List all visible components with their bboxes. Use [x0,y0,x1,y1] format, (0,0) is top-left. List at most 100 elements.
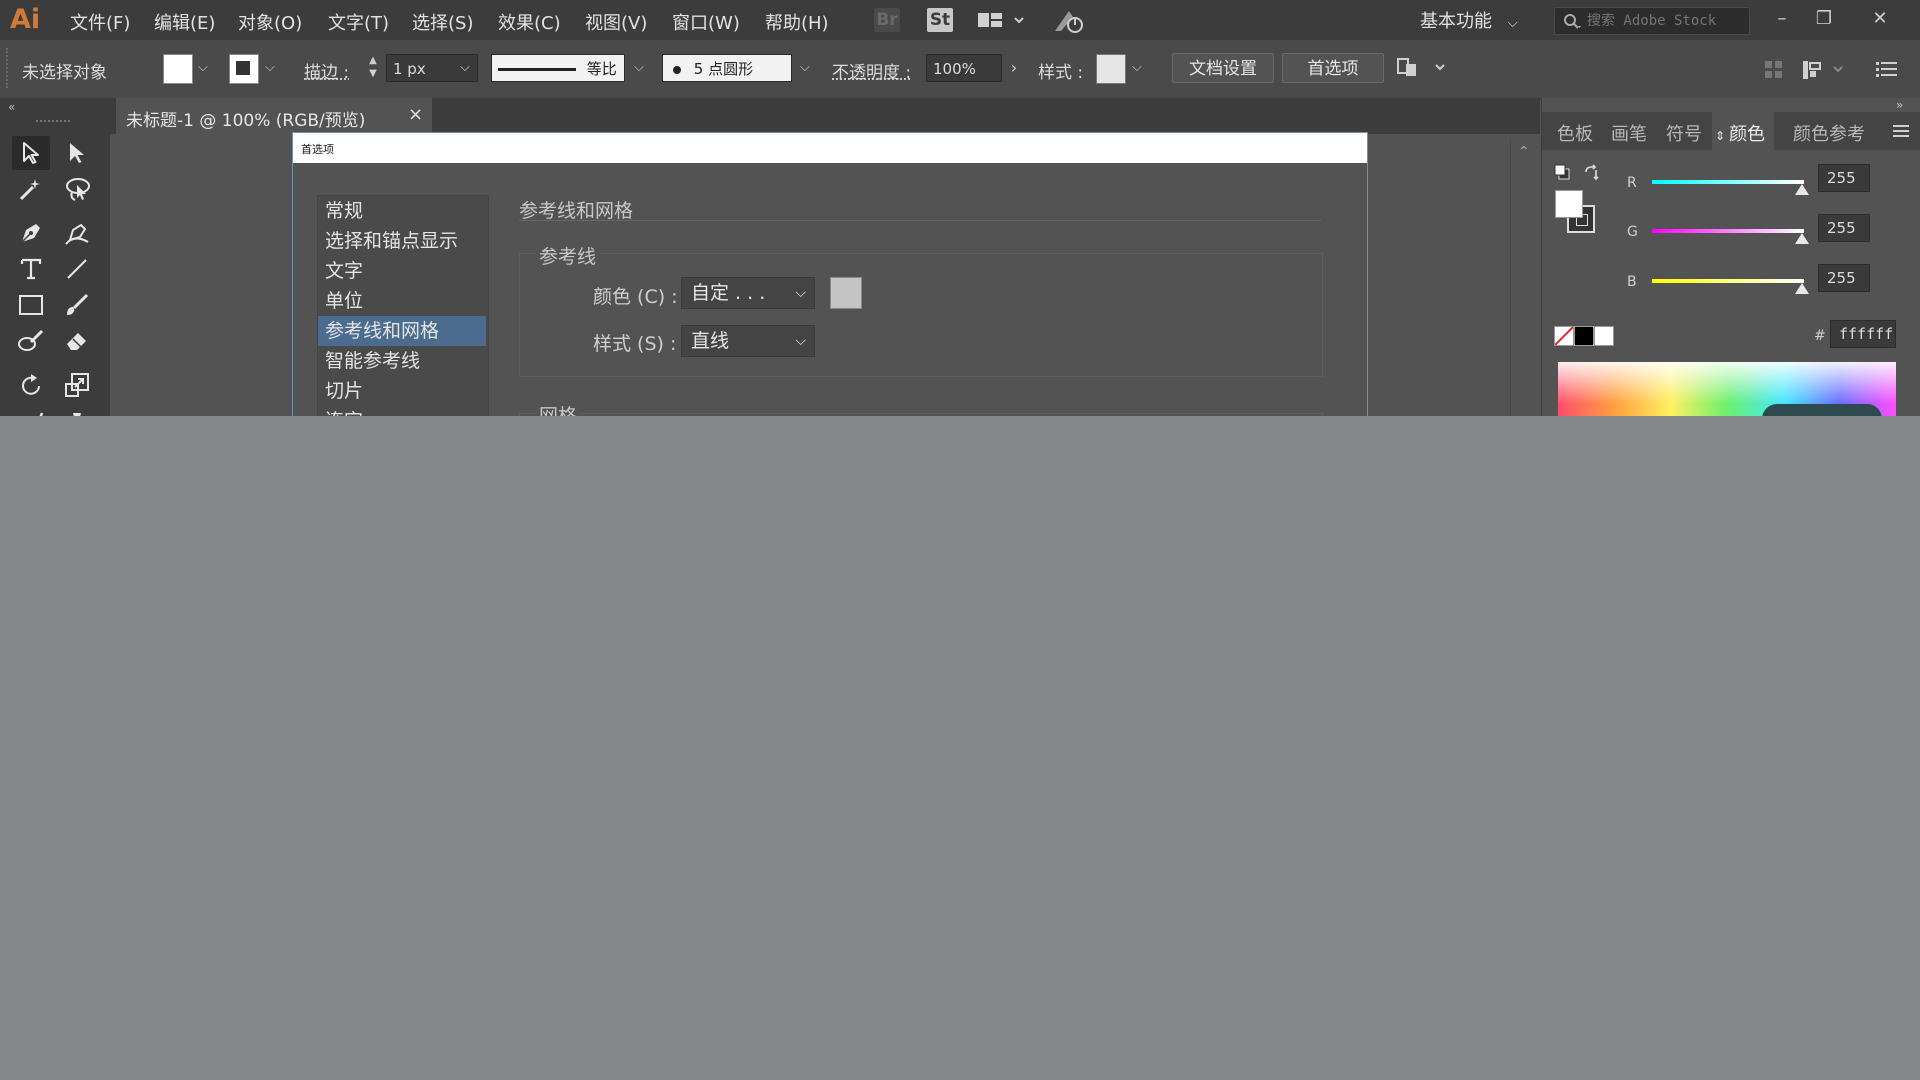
category-item[interactable]: 选择和锚点显示 [318,226,486,256]
menu-window[interactable]: 窗口(W) [672,9,740,35]
document-tab[interactable]: 未标题-1 @ 100% (RGB/预览) × [116,98,432,134]
green-value-field[interactable]: 255 [1818,214,1870,242]
restore-button[interactable]: ❐ [1806,5,1842,33]
blue-slider-thumb[interactable] [1795,283,1809,294]
vertical-scrollbar[interactable]: ⌃ [1510,140,1541,416]
style-dropdown-icon[interactable]: ⌵ [1132,60,1142,75]
menu-file[interactable]: 文件(F) [70,9,130,35]
category-item[interactable]: 文字 [318,256,486,286]
stroke-label[interactable]: 描边 : [304,58,349,83]
warp-tool-icon[interactable] [12,404,50,416]
pen-tool-icon[interactable] [12,216,50,250]
panel-menu-icon[interactable] [1893,123,1909,142]
blue-value-field[interactable]: 255 [1818,264,1870,292]
scroll-up-icon[interactable]: ⌃ [1518,144,1530,160]
paintbrush-tool-icon[interactable] [58,288,96,322]
green-slider[interactable] [1652,229,1804,233]
guide-style-select[interactable]: 直线 ⌵ [681,325,815,357]
variable-width-profile[interactable]: 等比 [491,54,625,82]
bridge-icon[interactable]: Br [874,8,900,32]
tab-brushes[interactable]: 画笔 [1611,120,1647,146]
workspace-switcher[interactable]: 基本功能 ⌵ [1420,7,1518,33]
rectangle-tool-icon[interactable] [12,288,50,322]
opacity-field[interactable]: 100% [926,54,1002,82]
menu-type[interactable]: 文字(T) [328,9,389,35]
guide-color-swatch[interactable] [830,277,862,309]
type-tool-icon[interactable] [12,252,50,286]
puppet-warp-tool-icon[interactable] [58,404,96,416]
brush-definition[interactable]: 5 点圆形 [662,54,792,82]
category-item[interactable]: 切片 [318,376,486,406]
menu-edit[interactable]: 编辑(E) [154,9,215,35]
control-bar-grip[interactable] [6,48,12,88]
expand-panels-icon[interactable]: » [1896,98,1903,112]
default-colors-icon[interactable] [1554,164,1570,184]
opacity-arrow-icon[interactable]: › [1003,54,1025,82]
category-item-selected[interactable]: 参考线和网格 [318,316,486,346]
arrange-icon[interactable] [1396,55,1446,85]
close-icon[interactable]: × [408,104,423,125]
stroke-swatch[interactable] [229,54,259,84]
brush-dropdown-icon[interactable]: ⌵ [800,60,810,75]
tab-color[interactable]: ⇕ 颜色 [1715,120,1765,146]
preferences-button[interactable]: 首选项 [1282,53,1384,83]
tab-color-guide[interactable]: 颜色参考 [1793,120,1865,146]
close-window-button[interactable]: ✕ [1862,5,1898,33]
shaper-tool-icon[interactable] [12,324,50,358]
swap-colors-icon[interactable] [1582,164,1600,186]
category-item[interactable]: 智能参考线 [318,346,486,376]
stroke-weight-dropdown-icon[interactable]: ⌵ [460,60,470,75]
gpu-performance-icon[interactable] [1051,7,1085,39]
stock-search[interactable] [1554,7,1750,35]
graphic-style-swatch[interactable] [1096,54,1126,84]
menu-help[interactable]: 帮助(H) [765,9,829,35]
red-slider-thumb[interactable] [1795,184,1809,195]
align-grid-icon[interactable] [1764,60,1784,84]
tab-symbols[interactable]: 符号 [1666,120,1702,146]
profile-dropdown-icon[interactable]: ⌵ [634,60,644,75]
scale-tool-icon[interactable] [58,368,96,402]
red-slider[interactable] [1652,180,1804,184]
category-item[interactable]: 单位 [318,286,486,316]
selection-tool-icon[interactable] [12,136,50,170]
minimize-button[interactable]: – [1764,5,1800,33]
curvature-tool-icon[interactable] [58,216,96,250]
line-tool-icon[interactable] [58,252,96,286]
arrange-documents-icon[interactable] [977,11,1025,35]
category-item[interactable]: 连字 [318,406,486,416]
search-input[interactable] [1585,11,1745,31]
blue-slider[interactable] [1652,279,1804,283]
stroke-dropdown-icon[interactable]: ⌵ [265,60,275,75]
fill-swatch[interactable] [163,54,193,84]
document-setup-button[interactable]: 文档设置 [1172,53,1274,83]
stroke-weight-stepper[interactable]: ▲ ▼ [366,54,380,82]
guide-color-select[interactable]: 自定 . . . ⌵ [681,277,815,309]
guide-color-value: 自定 . . . [691,282,766,304]
stock-icon[interactable]: St [927,8,953,32]
collapse-toolbar-icon[interactable]: « [8,100,15,114]
tab-swatches[interactable]: 色板 [1557,120,1593,146]
toolbar-grip[interactable] [36,120,70,125]
category-item[interactable]: 常规 [318,196,486,226]
fill-dropdown-icon[interactable]: ⌵ [198,60,208,75]
none-swatch[interactable] [1554,326,1574,346]
black-swatch[interactable] [1574,326,1594,346]
eraser-tool-icon[interactable] [58,324,96,358]
direct-selection-tool-icon[interactable] [58,136,96,170]
panel-menu-icon[interactable] [1876,61,1898,81]
opacity-label[interactable]: 不透明度 : [832,58,911,83]
menu-effect[interactable]: 效果(C) [498,9,561,35]
hex-value-field[interactable]: ffffff [1830,320,1896,348]
dialog-title-bar[interactable]: 首选项 [293,133,1367,163]
magic-wand-tool-icon[interactable] [12,172,50,206]
lasso-tool-icon[interactable] [58,172,96,206]
white-swatch[interactable] [1594,326,1614,346]
transform-icon[interactable] [1802,59,1846,85]
rotate-tool-icon[interactable] [12,368,50,402]
menu-select[interactable]: 选择(S) [412,9,473,35]
green-slider-thumb[interactable] [1795,233,1809,244]
menu-view[interactable]: 视图(V) [585,9,647,35]
fill-stroke-indicator[interactable] [1555,190,1601,234]
red-value-field[interactable]: 255 [1818,164,1870,192]
menu-object[interactable]: 对象(O) [238,9,302,35]
